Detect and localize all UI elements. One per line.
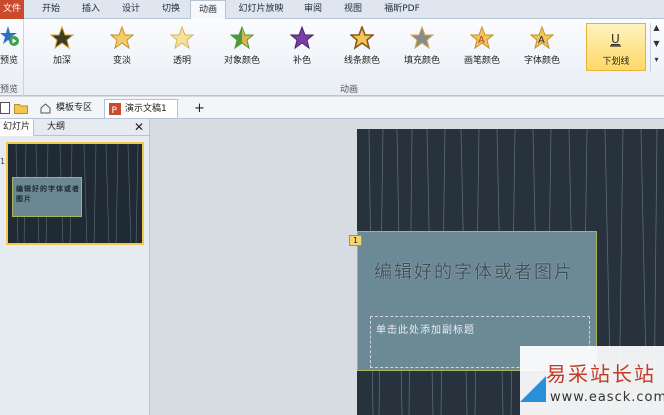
document-tab[interactable]: P 演示文稿1	[104, 99, 178, 118]
effect-label: 画笔颜色	[463, 56, 500, 66]
effect-object-color[interactable]: 对象颜色	[212, 23, 272, 71]
watermark-url: www.easck.com	[550, 390, 664, 405]
gallery-more-icon[interactable]: ▾	[651, 55, 662, 71]
darken-star-icon	[50, 26, 74, 50]
fill-color-star-icon	[410, 26, 434, 50]
effect-label: 加深	[52, 56, 71, 66]
subtitle-text: 单击此处添加副标题	[376, 325, 475, 336]
transparency-star-icon	[170, 26, 194, 50]
effect-label: 线条颜色	[343, 56, 380, 66]
slide-number: 1	[0, 157, 6, 166]
slide-panel: 幻灯片 大纲 ✕ 1 编辑好的字体或者图片	[0, 119, 150, 415]
effect-label: 填充颜色	[403, 56, 440, 66]
document-tab-label: 演示文稿1	[125, 104, 167, 114]
brush-color-star-icon: A	[470, 26, 494, 50]
watermark-triangle-icon	[520, 376, 546, 402]
tab-insert[interactable]: 插入	[74, 0, 108, 19]
tab-review[interactable]: 审阅	[296, 0, 330, 19]
svg-text:A: A	[538, 35, 545, 46]
template-zone-tab[interactable]: 模板专区	[36, 99, 98, 118]
thumb-title: 编辑好的字体或者图片	[16, 185, 80, 203]
effect-fill-color[interactable]: 填充颜色	[392, 23, 452, 71]
preview-group: 预览 预览	[0, 19, 24, 96]
panel-tab-bar: 幻灯片 大纲 ✕	[0, 119, 150, 136]
tab-slides[interactable]: 幻灯片	[0, 119, 34, 136]
tab-animations[interactable]: 动画	[190, 0, 226, 20]
tab-view[interactable]: 视图	[336, 0, 370, 19]
complementary-star-icon	[290, 26, 314, 50]
tab-design[interactable]: 设计	[114, 0, 148, 19]
effect-darken[interactable]: 加深	[32, 23, 92, 71]
effect-complementary[interactable]: 补色	[272, 23, 332, 71]
scroll-up-icon[interactable]: ▲	[651, 23, 662, 39]
gallery-scroll: ▲ ▼ ▾	[650, 23, 662, 73]
scroll-down-icon[interactable]: ▼	[651, 39, 662, 55]
slide-title[interactable]: 编辑好的字体或者图片	[374, 260, 594, 286]
tab-home[interactable]: 开始	[34, 0, 68, 19]
ribbon-tab-bar: 文件 开始 插入 设计 切换 动画 幻灯片放映 审阅 视图 福昕PDF	[0, 0, 664, 20]
home-icon	[40, 103, 51, 114]
effect-label: 变淡	[112, 56, 131, 66]
animation-group-label: 动画	[340, 85, 359, 95]
preview-button[interactable]: 预览	[0, 53, 18, 66]
lighten-star-icon	[110, 26, 134, 50]
effect-font-color[interactable]: A 字体颜色	[512, 23, 572, 71]
line-color-star-icon	[350, 26, 374, 50]
slide-thumbnail[interactable]: 编辑好的字体或者图片	[6, 142, 144, 245]
ppt-file-icon: P	[109, 103, 121, 115]
preview-group-label: 预览	[0, 85, 19, 95]
effect-label: 字体颜色	[523, 56, 560, 66]
template-zone-label: 模板专区	[56, 103, 93, 113]
animation-order-badge[interactable]: 1	[349, 235, 362, 246]
tab-foxit-pdf[interactable]: 福昕PDF	[376, 0, 428, 19]
effect-label: 补色	[292, 56, 311, 66]
tab-transitions[interactable]: 切换	[154, 0, 188, 19]
close-panel-icon[interactable]: ✕	[134, 120, 144, 134]
effect-transparency[interactable]: 透明	[152, 23, 212, 71]
svg-text:A: A	[478, 35, 485, 46]
effect-label: 下划线	[602, 57, 630, 67]
effect-label: 对象颜色	[223, 56, 260, 66]
ribbon-body: 预览 预览 加深 变淡 透明 对象颜色 补色 线条颜色 填充颜色 A 画笔颜色 …	[0, 19, 664, 96]
thumb-title-box: 编辑好的字体或者图片	[12, 177, 82, 217]
effect-brush-color[interactable]: A 画笔颜色	[452, 23, 512, 71]
tab-file[interactable]: 文件	[0, 0, 24, 19]
document-tab-bar: 模板专区 P 演示文稿1 +	[0, 97, 664, 119]
svg-text:P: P	[112, 106, 118, 115]
effect-line-color[interactable]: 线条颜色	[332, 23, 392, 71]
svg-text:U: U	[611, 32, 620, 46]
effect-lighten[interactable]: 变淡	[92, 23, 152, 71]
underline-icon: U	[610, 32, 621, 47]
preview-star-icon[interactable]	[0, 25, 20, 49]
font-color-star-icon: A	[530, 26, 554, 50]
object-color-star-icon	[230, 26, 254, 50]
site-watermark: 易采站长站 www.easck.com	[520, 346, 664, 415]
watermark-title: 易采站长站	[546, 362, 656, 386]
tab-slideshow[interactable]: 幻灯片放映	[232, 0, 290, 19]
new-page-icon[interactable]	[0, 102, 10, 114]
animation-gallery: 加深 变淡 透明 对象颜色 补色 线条颜色 填充颜色 A 画笔颜色 A 字体颜色…	[28, 23, 648, 75]
add-tab-button[interactable]: +	[194, 99, 205, 118]
effect-label: 透明	[172, 56, 191, 66]
effect-underline[interactable]: U 下划线	[586, 23, 646, 71]
tab-outline[interactable]: 大纲	[38, 119, 74, 136]
folder-icon[interactable]	[14, 102, 28, 114]
